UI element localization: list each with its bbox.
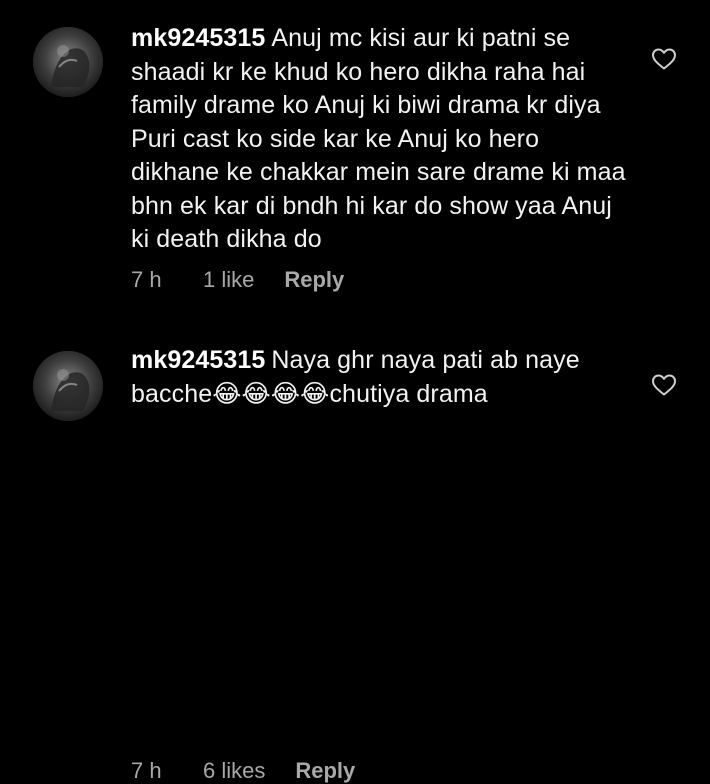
reply-button[interactable]: Reply	[284, 267, 344, 293]
comment-likes-count[interactable]: 1 like	[203, 267, 254, 293]
avatar[interactable]	[33, 351, 103, 421]
comment-timestamp: 7 h	[131, 758, 162, 783]
comment-timestamp: 7 h	[131, 267, 162, 292]
heart-outline-icon[interactable]	[651, 373, 677, 397]
comment-body: mk9245315 Naya ghr naya pati ab naye bacc…	[131, 344, 631, 411]
comment-meta: 7 h 6 likes Reply	[131, 758, 355, 784]
comment-meta: 7 h 1 like Reply	[131, 267, 344, 293]
heart-outline-icon[interactable]	[651, 47, 677, 71]
reply-button[interactable]: Reply	[295, 758, 355, 784]
comment-username[interactable]: mk9245315	[131, 346, 265, 374]
comment-body: mk9245315 Anuj mc kisi aur ki patni se sh…	[131, 22, 631, 257]
comment-username[interactable]: mk9245315	[131, 24, 265, 52]
comment-likes-count[interactable]: 6 likes	[203, 758, 265, 784]
avatar[interactable]	[33, 27, 103, 97]
comment-text: Anuj mc kisi aur ki patni se shaadi kr k…	[131, 24, 626, 253]
